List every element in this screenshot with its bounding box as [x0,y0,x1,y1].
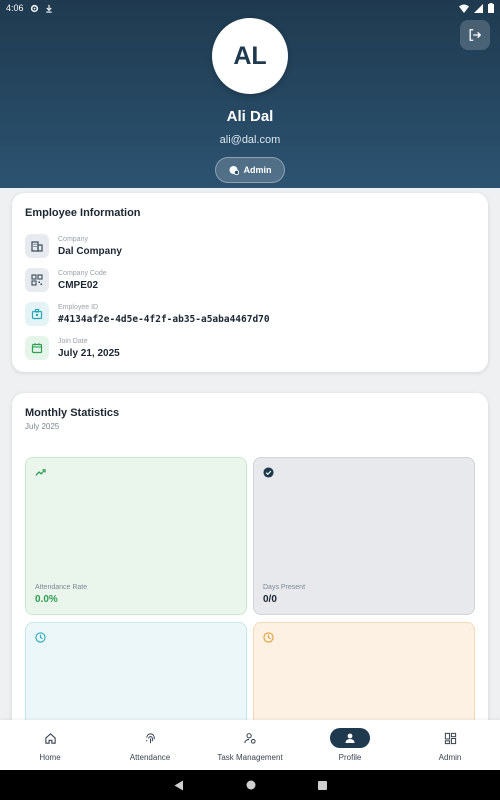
home-icon [44,732,56,744]
home-circle-icon[interactable] [246,780,256,790]
avatar-initials: AL [233,41,267,70]
attendance-rate-value: 0.0% [35,594,58,605]
logout-icon [469,29,482,41]
info-row-employee-id: Employee ID #4134af2e-4d5e-4f2f-ab35-a5a… [25,301,270,327]
status-bar: 4:06 [0,0,500,16]
status-time: 4:06 [6,3,24,13]
check-circle-icon [263,467,274,478]
company-value: Dal Company [58,245,122,257]
role-label: Admin [243,165,272,175]
employee-id-value: #4134af2e-4d5e-4f2f-ab35-a5aba4467d70 [58,313,270,325]
qr-code-icon [25,268,49,292]
trending-up-icon [35,469,46,476]
nav-item-admin[interactable]: Admin [400,720,500,770]
employee-id-label: Employee ID [58,303,99,311]
wifi-icon [459,4,469,13]
avatar: AL [212,18,288,94]
clock-icon [35,632,46,643]
clock-icon [263,632,274,643]
task-management-icon [244,732,256,744]
system-navigation-bar [0,770,500,800]
role-badge: Admin [215,157,285,183]
building-icon [25,234,49,258]
info-row-join-date: Join Date July 21, 2025 [25,335,120,361]
nav-label-admin: Admin [438,753,462,762]
admin-shield-icon [229,166,239,175]
download-icon [45,4,52,13]
join-date-value: July 21, 2025 [58,347,120,359]
id-badge-icon [25,302,49,326]
nav-label-task-management: Task Management [217,753,283,762]
battery-icon [488,3,494,13]
info-row-company: Company Dal Company [25,233,122,259]
monthly-stats-title: Monthly Statistics [25,407,120,419]
days-present-value: 0/0 [263,594,277,605]
nav-item-attendance[interactable]: Attendance [100,720,200,770]
info-row-company-code: Company Code CMPE02 [25,267,107,293]
attendance-rate-label: Attendance Rate [35,584,88,591]
nav-label-home: Home [39,753,61,762]
company-code-value: CMPE02 [58,279,99,291]
company-code-label: Company Code [58,269,107,277]
employee-info-card: Employee Information Company Dal Company… [12,193,488,372]
back-icon[interactable] [174,780,184,791]
profile-header: AL Ali Dal ali@dal.com Admin [0,0,500,188]
dashboard-grid-icon [444,732,456,744]
days-present-label: Days Present [263,584,306,591]
company-label: Company [58,235,88,243]
user-name: Ali Dal [226,108,274,125]
signal-icon [474,3,483,13]
nav-item-home[interactable]: Home [0,720,100,770]
days-present-tile: Days Present 0/0 [253,457,475,615]
calendar-icon [25,336,49,360]
attendance-rate-tile: Attendance Rate 0.0% [25,457,247,615]
nav-item-task-management[interactable]: Task Management [200,720,300,770]
user-email: ali@dal.com [219,134,281,146]
settings-icon [30,4,38,12]
bottom-navigation: Home Attendance Task Management Profile … [0,720,500,770]
person-icon [345,733,355,743]
monthly-stats-card: Monthly Statistics July 2025 Attendance … [12,393,488,762]
monthly-stats-period: July 2025 [25,422,60,431]
join-date-label: Join Date [58,337,88,345]
nav-item-profile[interactable]: Profile [300,720,400,770]
nav-label-profile: Profile [338,753,362,762]
nav-label-attendance: Attendance [129,753,171,762]
fingerprint-icon [145,732,155,743]
employee-info-title: Employee Information [25,207,141,219]
logout-button[interactable] [460,20,490,50]
recents-icon[interactable] [317,780,327,790]
